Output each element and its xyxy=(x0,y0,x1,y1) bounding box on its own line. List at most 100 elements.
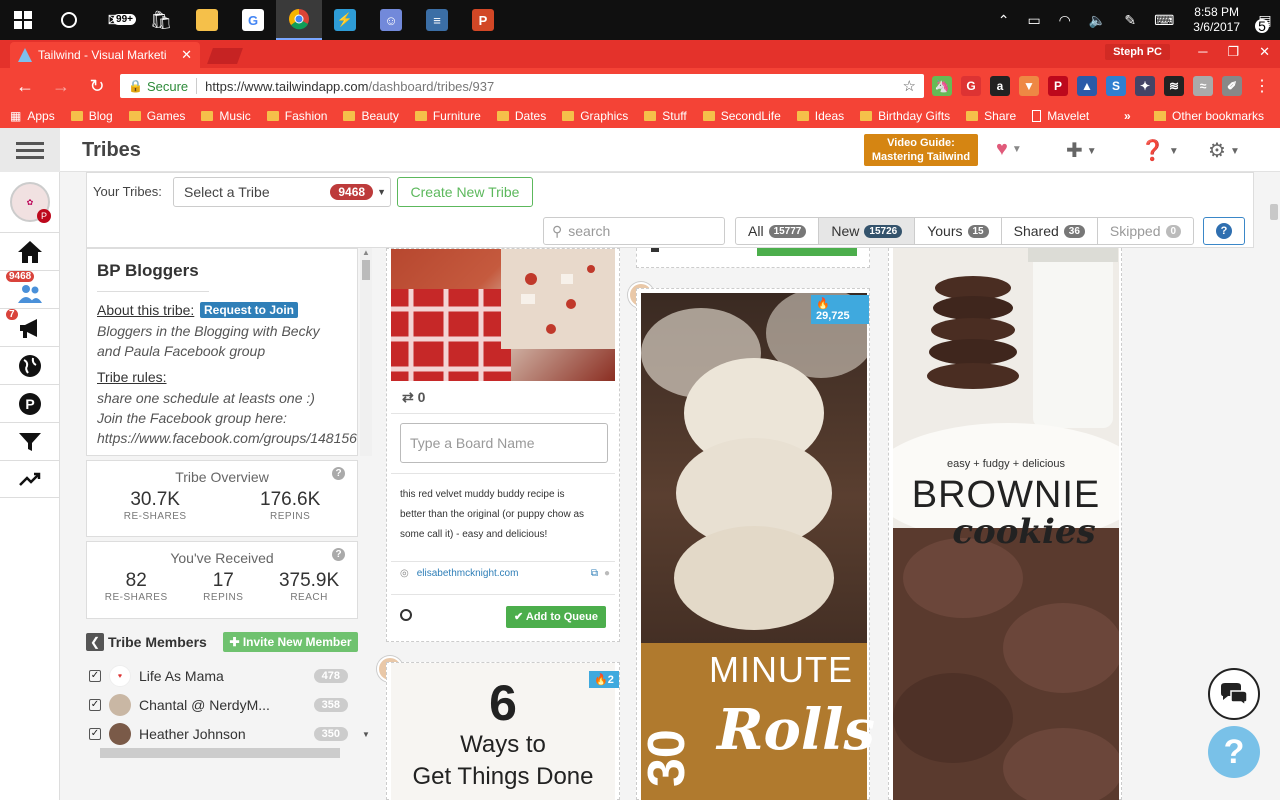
bookmark-folder[interactable]: Games xyxy=(128,109,185,123)
system-clock[interactable]: 8:58 PM 3/6/2017 xyxy=(1193,5,1240,35)
bookmark-folder[interactable]: Beauty xyxy=(343,109,399,123)
chat-button[interactable] xyxy=(1208,668,1260,720)
address-bar[interactable]: 🔒 Secure https://www.tailwindapp.com/das… xyxy=(120,74,924,98)
close-tab-icon[interactable]: ✕ xyxy=(181,47,192,63)
battery-icon[interactable]: ▭ xyxy=(1027,12,1040,29)
close-window-icon[interactable]: ✕ xyxy=(1259,44,1270,60)
ext-pinterest-icon[interactable]: P xyxy=(1048,76,1068,96)
tribe-panel-scrollbar[interactable]: ▲ xyxy=(360,248,372,456)
taskbar-google[interactable]: G xyxy=(230,0,276,40)
reload-icon[interactable]: ↻ xyxy=(86,76,108,97)
bookmark-folder[interactable]: Music xyxy=(201,109,251,123)
member-row[interactable]: ✓ Chantal @ NerdyM... 358 xyxy=(86,692,358,718)
more-bookmarks-chevron[interactable]: » xyxy=(1124,109,1131,123)
member-row[interactable]: ✓ Heather Johnson 350 xyxy=(86,721,358,747)
pin-image[interactable]: 6 Ways to Get Things Done xyxy=(391,663,615,800)
tab-skipped[interactable]: Skipped 0 xyxy=(1098,218,1193,244)
help-bubble-button[interactable]: ? xyxy=(1208,726,1260,778)
favorites-dropdown[interactable]: ♥ ▼ xyxy=(996,138,1022,161)
chrome-menu-icon[interactable]: ⋮ xyxy=(1254,76,1270,96)
help-dropdown[interactable]: ❓ ▼ xyxy=(1140,138,1179,163)
other-bookmarks[interactable]: Other bookmarks xyxy=(1154,109,1264,123)
ext-s-icon[interactable]: S xyxy=(1106,76,1126,96)
sidebar-item-pinterest[interactable]: P xyxy=(0,384,60,422)
add-to-queue-partial[interactable] xyxy=(757,248,857,256)
external-link-icon[interactable]: ⧉ xyxy=(591,568,598,579)
ext-amazon-icon[interactable]: a xyxy=(990,76,1010,96)
sidebar-item-insights[interactable] xyxy=(0,346,60,384)
sidebar-item-tribes[interactable]: 9468 xyxy=(0,270,60,308)
ext-grammarly-icon[interactable]: G xyxy=(961,76,981,96)
forward-icon[interactable]: → xyxy=(50,76,72,97)
action-center-button[interactable]: ▤ 5 xyxy=(1250,5,1280,35)
create-new-tribe-button[interactable]: Create New Tribe xyxy=(397,177,533,207)
restore-icon[interactable]: ❐ xyxy=(1227,44,1239,60)
pen-icon[interactable]: ✎ xyxy=(1124,12,1136,29)
bookmark-folder[interactable]: Ideas xyxy=(796,109,844,123)
minimize-icon[interactable]: ─ xyxy=(1198,44,1207,60)
tab-shared[interactable]: Shared 36 xyxy=(1002,218,1098,244)
back-icon[interactable]: ← xyxy=(14,76,36,97)
taskbar-mail[interactable]: ✉ 99+ xyxy=(92,0,138,40)
bookmark-folder[interactable]: Stuff xyxy=(644,109,687,123)
ext-buffer-icon[interactable]: ≋ xyxy=(1164,76,1184,96)
add-to-queue-button[interactable]: ✔ Add to Queue xyxy=(506,606,606,628)
sidebar-item-trends[interactable] xyxy=(0,460,60,498)
new-tab-button[interactable] xyxy=(207,48,243,64)
ext-pocket-icon[interactable]: ▼ xyxy=(1019,76,1039,96)
add-dropdown[interactable]: ✚ ▼ xyxy=(1066,138,1097,163)
taskbar-discord[interactable]: ☺ xyxy=(368,0,414,40)
search-input[interactable]: ⚲ search xyxy=(543,217,725,245)
cortana-button[interactable] xyxy=(46,0,92,40)
member-checkbox[interactable]: ✓ xyxy=(89,670,101,682)
bookmark-folder[interactable]: SecondLife xyxy=(702,109,781,123)
wifi-icon[interactable]: ◠ xyxy=(1059,12,1071,29)
hamburger-menu-icon[interactable] xyxy=(0,128,60,172)
ext-bird-icon[interactable]: ✦ xyxy=(1135,76,1155,96)
account-avatar[interactable]: ✿ P xyxy=(10,182,51,223)
tab-new[interactable]: New 15726 xyxy=(819,218,916,244)
tribe-select[interactable]: Select a Tribe 9468 ▼ xyxy=(173,177,391,207)
bookmark-folder[interactable]: Birthday Gifts xyxy=(860,109,950,123)
sidebar-item-home[interactable] xyxy=(0,232,60,270)
bookmark-folder[interactable]: Dates xyxy=(496,109,546,123)
taskbar-messenger[interactable]: ⚡ xyxy=(322,0,368,40)
ext-rss-icon[interactable]: ≈ xyxy=(1193,76,1213,96)
scroll-down-icon[interactable]: ▼ xyxy=(362,730,370,739)
board-name-input[interactable]: Type a Board Name xyxy=(400,423,608,463)
video-guide-button[interactable]: Video Guide: Mastering Tailwind xyxy=(864,134,978,166)
bookmark-folder[interactable]: Blog xyxy=(70,109,113,123)
member-row[interactable]: ✓ ♥ Life As Mama 478 xyxy=(86,663,358,689)
volume-icon[interactable]: 🔈 xyxy=(1089,12,1106,29)
chevron-up-icon[interactable]: ⌃ xyxy=(998,12,1010,29)
bookmark-folder[interactable]: Graphics xyxy=(562,109,628,123)
browser-tab[interactable]: Tailwind - Visual Marketi ✕ xyxy=(10,42,200,68)
bookmark-folder[interactable]: Furniture xyxy=(414,109,481,123)
taskbar-explorer[interactable] xyxy=(184,0,230,40)
bookmark-folder[interactable]: Share xyxy=(966,109,1016,123)
members-horizontal-scrollbar[interactable] xyxy=(100,748,340,758)
ext-brush-icon[interactable]: ✐ xyxy=(1222,76,1242,96)
settings-dropdown[interactable]: ⚙ ▼ xyxy=(1208,138,1240,163)
sidebar-item-campaigns[interactable]: 7 xyxy=(0,308,60,346)
taskbar-chrome[interactable] xyxy=(276,0,322,40)
ext-unicorn-icon[interactable]: 🦄 xyxy=(932,76,952,96)
pin-image[interactable] xyxy=(391,249,615,381)
start-button[interactable] xyxy=(0,0,46,40)
member-checkbox[interactable]: ✓ xyxy=(89,699,101,711)
ext-triangle-icon[interactable]: ▲ xyxy=(1077,76,1097,96)
schedule-clock-icon[interactable] xyxy=(400,609,412,621)
tab-all[interactable]: All 15777 xyxy=(736,218,820,244)
bookmark-apps[interactable]: ▦ Apps xyxy=(10,109,55,123)
info-icon[interactable]: ? xyxy=(332,467,345,480)
scroll-thumb[interactable] xyxy=(362,260,370,280)
bookmark-folder[interactable]: Fashion xyxy=(266,109,327,123)
scroll-up-icon[interactable]: ▲ xyxy=(360,248,372,257)
info-icon[interactable]: ? xyxy=(332,548,345,561)
profile-button[interactable]: Steph PC xyxy=(1105,44,1170,60)
tab-yours[interactable]: Yours 15 xyxy=(915,218,1002,244)
taskbar-notes[interactable]: ≡ xyxy=(414,0,460,40)
source-link[interactable]: elisabethmcknight.com xyxy=(417,568,519,579)
help-button[interactable]: ? xyxy=(1203,217,1245,245)
invite-member-button[interactable]: ✚ Invite New Member xyxy=(223,632,358,652)
